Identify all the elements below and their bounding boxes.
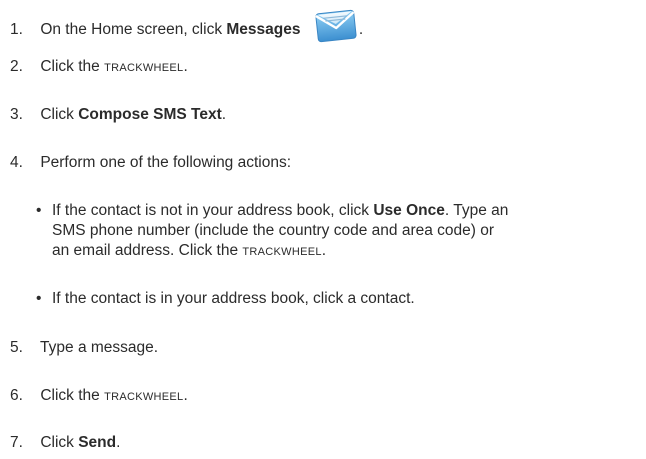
- step-5: 5. Type a message.: [0, 338, 158, 358]
- trackwheel-label: TRACKWHEEL: [104, 58, 184, 75]
- trackwheel-label: TRACKWHEEL: [242, 242, 322, 259]
- step-number: 4.: [10, 154, 23, 171]
- step-text: Click the: [40, 387, 105, 404]
- step-1: 1. On the Home screen, click Messages .: [0, 8, 363, 44]
- step-7: 7. Click Send.: [0, 433, 120, 453]
- step-number: 5.: [10, 339, 23, 356]
- step-text: Click: [40, 106, 79, 123]
- step-text: Perform one of the following actions:: [40, 154, 292, 171]
- bullet-item-2: • If the contact is in your address book,…: [36, 290, 415, 307]
- step-number: 7.: [10, 434, 23, 451]
- step-text: Type a message.: [40, 339, 159, 356]
- step-6: 6. Click the TRACKWHEEL.: [0, 386, 188, 406]
- bullet-item-1-line-2: SMS phone number (include the country co…: [52, 222, 495, 239]
- messages-label: Messages: [226, 21, 301, 38]
- step-number: 1.: [10, 21, 23, 38]
- bullet-item-1: • If the contact is not in your address b…: [36, 202, 509, 219]
- step-4: 4. Perform one of the following actions:: [0, 153, 291, 173]
- trackwheel-label: TRACKWHEEL: [104, 387, 184, 404]
- bullet-item-1-line-3: an email address. Click the TRACKWHEEL.: [52, 242, 327, 259]
- compose-sms-label: Compose SMS Text: [78, 106, 222, 123]
- bullet-icon: •: [36, 202, 42, 219]
- instruction-list: 1. On the Home screen, click Messages . …: [0, 0, 646, 459]
- step-2: 2. Click the TRACKWHEEL.: [0, 57, 188, 77]
- step-3: 3. Click Compose SMS Text.: [0, 105, 226, 125]
- step-text: On the Home screen, click: [40, 21, 227, 38]
- envelope-icon: [313, 8, 359, 44]
- step-number: 2.: [10, 58, 23, 75]
- step-text: Click: [40, 434, 79, 451]
- bullet-icon: •: [36, 290, 42, 307]
- step-number: 6.: [10, 387, 23, 404]
- step-number: 3.: [10, 106, 23, 123]
- step-text: Click the: [40, 58, 105, 75]
- send-label: Send: [78, 434, 117, 451]
- use-once-label: Use Once: [373, 202, 445, 219]
